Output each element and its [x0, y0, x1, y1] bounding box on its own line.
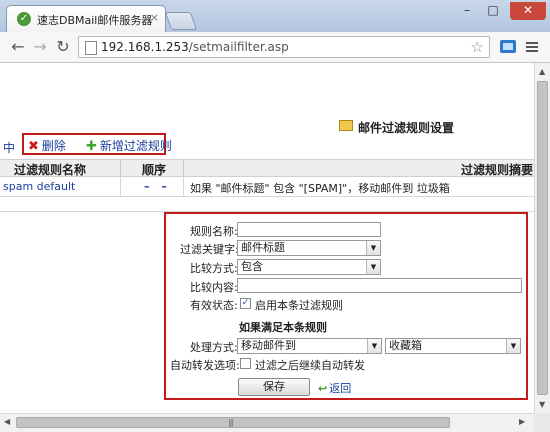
url-text: 192.168.1.253/setmailfilter.asp — [101, 40, 289, 54]
condition-title: 如果满足本条规则 — [239, 321, 327, 334]
browser-tab[interactable]: ✓ 速志DBMail邮件服务器 - V × — [6, 5, 166, 32]
action-bar: ✖ 删除 ✚ 新增过滤规则 — [22, 133, 172, 155]
title-bar: ✓ 速志DBMail邮件服务器 - V × – □ ✕ — [0, 0, 550, 32]
vertical-scrollbar[interactable]: ▲ ▼ — [534, 63, 550, 432]
compare-select[interactable]: 包含 ▼ — [237, 259, 381, 275]
back-arrow-icon[interactable]: ← — [8, 37, 28, 57]
target-folder-selected: 收藏箱 — [389, 339, 422, 352]
return-arrow-icon: ↩ — [318, 382, 328, 395]
enable-rule-text: 启用本条过滤规则 — [255, 299, 343, 312]
tab-title: 速志DBMail邮件服务器 - V — [37, 14, 152, 27]
column-summary: 过滤规则摘要 — [461, 163, 534, 177]
close-window-button[interactable]: ✕ — [510, 2, 546, 20]
delete-button[interactable]: ✖ 删除 — [28, 137, 66, 154]
compare-label: 比较方式: — [190, 262, 238, 275]
content-input[interactable] — [237, 278, 522, 293]
content-label: 比较内容: — [190, 281, 238, 294]
page-icon — [85, 41, 97, 55]
tab-close-icon[interactable]: × — [150, 11, 159, 24]
page-title: 邮件过滤规则设置 — [358, 121, 455, 135]
dropdown-arrow-icon: ▼ — [366, 260, 380, 274]
add-rule-button[interactable]: ✚ 新增过滤规则 — [86, 137, 172, 154]
status-label: 有效状态: — [190, 299, 238, 312]
keyword-selected: 邮件标题 — [241, 241, 285, 254]
delete-label: 删除 — [41, 139, 66, 153]
back-label: 返回 — [329, 382, 352, 395]
scroll-down-icon[interactable]: ▼ — [539, 400, 545, 409]
add-plus-icon: ✚ — [86, 139, 97, 154]
vertical-scroll-thumb[interactable] — [537, 81, 548, 395]
forward-arrow-icon[interactable]: → — [30, 37, 50, 57]
forward-label: 自动转发选项: — [170, 359, 240, 372]
row-divider — [120, 177, 121, 196]
keyword-select[interactable]: 邮件标题 ▼ — [237, 240, 381, 256]
scroll-right-icon[interactable]: ▶ — [519, 417, 525, 426]
scroll-corner — [534, 413, 550, 432]
back-link[interactable]: ↩ 返回 — [318, 380, 351, 396]
table-header: 过滤规则名称 顺序 过滤规则摘要 — [0, 159, 534, 177]
page-content: 邮件过滤规则设置 中 ✖ 删除 ✚ 新增过滤规则 过滤规则名称 顺序 过滤规则摘要 … — [0, 63, 534, 413]
compare-selected: 包含 — [241, 260, 263, 273]
dropdown-arrow-icon: ▼ — [366, 241, 380, 255]
rule-name-link[interactable]: spam default — [3, 180, 75, 193]
dropdown-arrow-icon: ▼ — [367, 339, 381, 353]
auto-forward-text: 过滤之后继续自动转发 — [255, 359, 365, 372]
action-selected: 移动邮件到 — [241, 339, 296, 352]
url-host: 192.168.1.253 — [101, 40, 189, 54]
auto-forward-checkbox[interactable] — [240, 358, 251, 369]
action-label: 处理方式: — [190, 341, 238, 354]
address-bar[interactable]: 192.168.1.253/setmailfilter.asp ☆ — [78, 36, 490, 58]
add-rule-label: 新增过滤规则 — [99, 139, 172, 153]
delete-x-icon: ✖ — [28, 139, 39, 154]
column-order: 顺序 — [142, 163, 167, 177]
action-select[interactable]: 移动邮件到 ▼ — [237, 338, 382, 354]
browser-toolbar: ← → ↻ 192.168.1.253/setmailfilter.asp ☆ — [0, 32, 550, 63]
rule-edit-form: 规则名称: 过滤关键字: 邮件标题 ▼ 比较方式: 包含 ▼ 比较内容: 有效状… — [164, 212, 528, 400]
table-row[interactable]: spam default – – 如果 "邮件标题" 包含 "[SPAM]"，移… — [0, 177, 534, 197]
column-rule-name: 过滤规则名称 — [14, 163, 87, 177]
minimize-button[interactable]: – — [454, 2, 480, 20]
enable-rule-checkbox[interactable]: ✓ — [240, 298, 251, 309]
new-tab-button[interactable] — [164, 12, 198, 30]
rule-name-label: 规则名称: — [190, 225, 238, 238]
site-favicon-icon: ✓ — [17, 12, 31, 26]
mail-icon — [339, 120, 353, 131]
rule-name-input[interactable] — [237, 222, 381, 237]
reload-icon[interactable]: ↻ — [53, 37, 73, 57]
scroll-up-icon[interactable]: ▲ — [539, 67, 545, 76]
dropdown-arrow-icon: ▼ — [506, 339, 520, 353]
maximize-button[interactable]: □ — [480, 2, 506, 20]
header-divider — [120, 160, 121, 176]
scroll-grip-icon: ||| — [228, 418, 234, 427]
scroll-left-icon[interactable]: ◀ — [4, 417, 10, 426]
rule-order-controls[interactable]: – – — [144, 180, 171, 193]
keyword-label: 过滤关键字: — [180, 243, 239, 256]
extension-icon[interactable] — [498, 37, 518, 57]
row-divider — [183, 177, 184, 196]
horizontal-scrollbar[interactable]: ◀ ||| ▶ — [0, 413, 534, 432]
rule-summary: 如果 "邮件标题" 包含 "[SPAM]"，移动邮件到 垃圾箱 — [190, 182, 450, 195]
target-folder-select[interactable]: 收藏箱 ▼ — [385, 338, 521, 354]
cut-off-link[interactable]: 中 — [3, 139, 15, 156]
url-path: /setmailfilter.asp — [188, 40, 289, 54]
header-divider — [183, 160, 184, 176]
save-button[interactable]: 保存 — [238, 378, 310, 396]
bookmark-star-icon[interactable]: ☆ — [471, 38, 484, 56]
wrench-menu-icon[interactable] — [522, 37, 542, 57]
